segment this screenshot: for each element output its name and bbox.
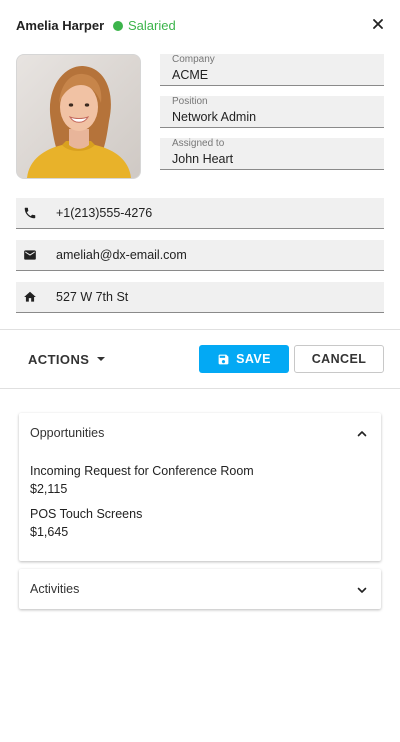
cancel-button[interactable]: CANCEL (294, 345, 384, 373)
cancel-label: CANCEL (311, 352, 367, 366)
contact-name: Amelia Harper (16, 18, 105, 33)
phone-field[interactable]: +1(213)555-4276 (16, 198, 384, 229)
opportunity-amount: $2,115 (30, 482, 68, 496)
home-icon (23, 290, 37, 304)
address-field[interactable]: 527 W 7th St (16, 282, 384, 313)
position-label: Position (172, 96, 208, 107)
divider (0, 388, 400, 389)
company-value: ACME (172, 68, 209, 82)
assigned-label: Assigned to (172, 138, 225, 149)
status-indicator-icon (113, 21, 123, 31)
opportunity-amount: $1,645 (30, 525, 69, 539)
email-icon (23, 248, 37, 262)
collapse-button[interactable] (356, 427, 368, 439)
opportunity-name: Incoming Request for Conference Room (30, 464, 254, 478)
opportunity-name: POS Touch Screens (30, 507, 143, 521)
close-button[interactable] (371, 17, 385, 31)
save-icon (218, 354, 229, 364)
save-button[interactable]: SAVE (199, 345, 289, 373)
save-label: SAVE (236, 352, 271, 366)
assigned-field[interactable]: Assigned to John Heart (160, 138, 384, 170)
phone-value: +1(213)555-4276 (56, 206, 153, 220)
expand-button[interactable] (356, 583, 368, 595)
actions-label: ACTIONS (28, 352, 90, 367)
activities-title[interactable]: Activities (30, 582, 79, 596)
position-field[interactable]: Position Network Admin (160, 96, 384, 128)
opportunities-title[interactable]: Opportunities (30, 426, 104, 440)
assigned-value: John Heart (172, 152, 234, 166)
chevron-down-icon (97, 356, 106, 361)
position-value: Network Admin (172, 110, 257, 124)
avatar (16, 54, 141, 179)
address-value: 527 W 7th St (56, 290, 129, 304)
chevron-up-icon (357, 431, 367, 437)
close-icon (373, 19, 383, 29)
divider (0, 329, 400, 330)
email-field[interactable]: ameliah@dx-email.com (16, 240, 384, 271)
chevron-down-icon (357, 587, 367, 593)
opportunities-panel: Opportunities Incoming Request for Confe… (19, 413, 381, 561)
activities-panel[interactable]: Activities (19, 569, 381, 609)
status-label: Salaried (128, 18, 176, 33)
actions-menu-button[interactable]: ACTIONS (28, 352, 106, 367)
company-field[interactable]: Company ACME (160, 54, 384, 86)
email-value: ameliah@dx-email.com (56, 248, 187, 262)
phone-icon (23, 206, 37, 220)
company-label: Company (172, 54, 215, 65)
